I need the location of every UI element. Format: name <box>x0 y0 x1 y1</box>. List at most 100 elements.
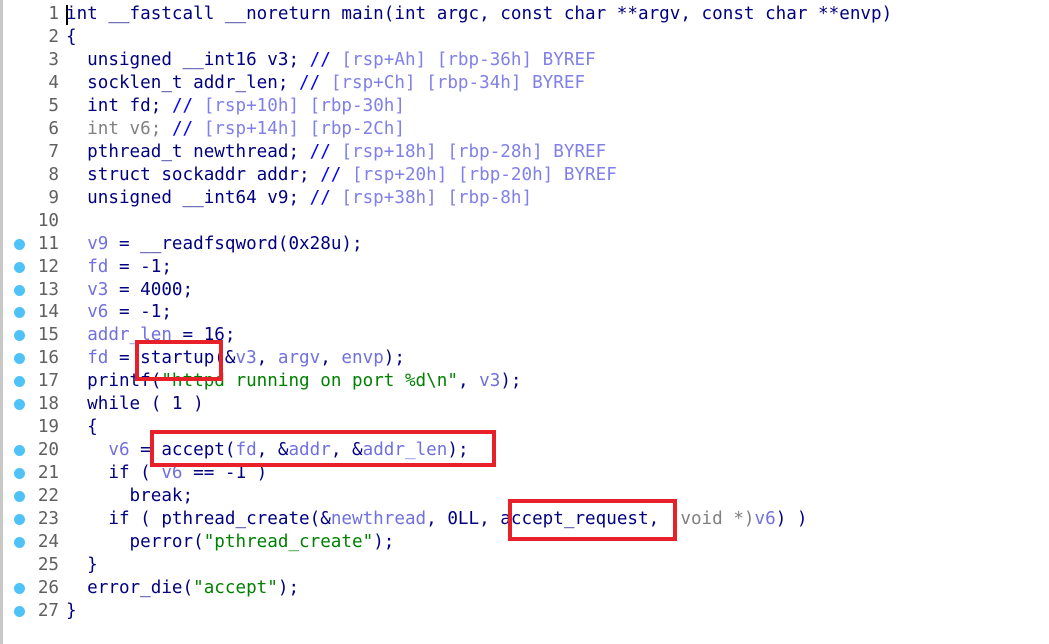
line-number: 8 <box>48 164 59 185</box>
code-token: v6 <box>754 509 776 530</box>
code-line[interactable]: 4 socklen_t addr_len; // [rsp+Ch] [rbp-3… <box>3 72 1043 95</box>
code-token: , <box>320 348 342 369</box>
code-text: error_die("accept"); <box>66 577 299 600</box>
breakpoint-dot-icon[interactable] <box>14 307 25 319</box>
code-text: unsigned __int64 v9; // [rsp+38h] [rbp-8… <box>66 187 532 210</box>
code-token: v9 <box>87 233 109 254</box>
code-token: v3 <box>235 348 257 369</box>
code-line[interactable]: 13 v3 = 4000; <box>3 279 1043 302</box>
code-token: v3 <box>87 279 109 300</box>
code-token: { <box>66 417 98 438</box>
highlight-accept-call <box>150 430 496 467</box>
breakpoint-dot-icon[interactable] <box>14 514 25 526</box>
code-line[interactable]: 14 v6 = -1; <box>3 301 1043 324</box>
code-token: v6 <box>108 440 130 461</box>
breakpoint-dot-icon[interactable] <box>14 468 25 480</box>
line-number: 16 <box>37 348 59 369</box>
code-text: fd = startup(&v3, argv, envp); <box>66 347 405 370</box>
breakpoint-dot-icon[interactable] <box>14 284 25 296</box>
breakpoint-dot-icon[interactable] <box>14 537 25 549</box>
code-text: int __fastcall __noreturn main(int argc,… <box>66 3 892 26</box>
line-number: 6 <box>48 118 59 139</box>
code-text: struct sockaddr addr; // [rsp+20h] [rbp-… <box>66 164 617 187</box>
code-token: // <box>171 118 204 139</box>
breakpoint-dot-icon[interactable] <box>14 583 25 594</box>
code-token: [rsp+Ch] [rbp-34h] BYREF <box>330 72 586 93</box>
code-token: ); <box>373 532 395 553</box>
code-token: = __readfsqword(0x28u); <box>108 233 363 254</box>
code-token: = -1; <box>108 302 172 323</box>
code-text: int v6; // [rsp+14h] [rbp-2Ch] <box>66 118 405 141</box>
code-token: [rsp+10h] [rbp-30h] <box>203 95 405 116</box>
code-line[interactable]: 5 int fd; // [rsp+10h] [rbp-30h] <box>3 95 1043 118</box>
line-number: 27 <box>37 600 59 621</box>
breakpoint-dot-icon[interactable] <box>14 238 25 250</box>
code-token: [rsp+20h] [rbp-20h] BYREF <box>352 164 617 185</box>
code-line[interactable]: 10 <box>3 210 1043 233</box>
line-number: 17 <box>37 371 59 392</box>
code-token: [rsp+18h] [rbp-28h] BYREF <box>341 141 607 162</box>
code-token: fd <box>87 256 109 277</box>
code-line[interactable]: 26 error_die("accept"); <box>3 577 1043 600</box>
code-token: unsigned __int16 v3; <box>66 49 310 70</box>
code-token: fd <box>87 348 109 369</box>
line-number: 22 <box>37 486 59 507</box>
code-token: int __fastcall __noreturn main(int argc,… <box>66 4 893 24</box>
code-line[interactable]: 11 v9 = __readfsqword(0x28u); <box>3 233 1043 256</box>
code-line[interactable]: 12 fd = -1; <box>3 256 1043 279</box>
code-token: break; <box>66 486 194 507</box>
breakpoint-dot-icon[interactable] <box>14 261 25 273</box>
text-cursor <box>66 5 68 25</box>
code-line[interactable]: 6 int v6; // [rsp+14h] [rbp-2Ch] <box>3 118 1043 141</box>
code-line[interactable]: 18 while ( 1 ) <box>3 393 1043 416</box>
code-token: ) ) <box>775 509 808 530</box>
code-token: , <box>457 371 480 392</box>
code-token: [rsp+14h] [rbp-2Ch] <box>203 118 405 139</box>
code-token: // <box>320 164 352 185</box>
code-line[interactable]: 25 } <box>3 554 1043 577</box>
code-text: } <box>66 600 77 623</box>
line-number: 11 <box>37 233 59 254</box>
code-line[interactable]: 3 unsigned __int16 v3; // [rsp+Ah] [rbp-… <box>3 49 1043 72</box>
code-token: { <box>66 26 77 47</box>
line-number: 3 <box>48 49 59 70</box>
code-token: argv <box>277 348 321 369</box>
code-token: // <box>171 95 204 116</box>
code-token: while ( 1 ) <box>66 394 204 415</box>
breakpoint-dot-icon[interactable] <box>14 399 25 411</box>
code-line[interactable]: 9 unsigned __int64 v9; // [rsp+38h] [rbp… <box>3 187 1043 210</box>
code-token: } <box>66 600 77 621</box>
line-number: 12 <box>37 256 59 277</box>
code-token: ); <box>277 578 300 598</box>
breakpoint-dot-icon[interactable] <box>14 353 25 365</box>
code-text: v3 = 4000; <box>66 279 193 302</box>
breakpoint-dot-icon[interactable] <box>14 491 25 503</box>
highlight-accept-request <box>508 499 677 541</box>
code-line[interactable]: 2{ <box>3 26 1043 49</box>
code-token: ); <box>500 371 522 392</box>
line-number: 13 <box>37 279 59 300</box>
code-token: int v6; <box>66 118 172 139</box>
code-line[interactable]: 27} <box>3 600 1043 623</box>
line-number: 18 <box>37 394 59 415</box>
code-token: // <box>309 141 342 162</box>
code-text: fd = -1; <box>66 256 172 279</box>
line-number: 10 <box>37 210 59 231</box>
code-line[interactable]: 7 pthread_t newthread; // [rsp+18h] [rbp… <box>3 141 1043 164</box>
breakpoint-dot-icon[interactable] <box>14 445 25 457</box>
code-token: "pthread_create" <box>203 532 374 553</box>
code-line[interactable]: 1 int __fastcall __noreturn main(int argc… <box>3 3 1043 26</box>
code-line[interactable]: 8 struct sockaddr addr; // [rsp+20h] [rb… <box>3 164 1043 187</box>
breakpoint-dot-icon[interactable] <box>14 330 25 342</box>
line-number: 9 <box>48 187 59 208</box>
code-token: // <box>309 49 342 70</box>
code-text: while ( 1 ) <box>66 393 204 416</box>
line-number: 7 <box>48 141 59 162</box>
code-token: envp <box>341 348 384 369</box>
pseudocode-view[interactable]: 27} 26 error_die("accept"); 25 } 24 perror(… <box>0 0 1049 644</box>
breakpoint-dot-icon[interactable] <box>14 605 25 617</box>
breakpoint-dot-icon[interactable] <box>14 376 25 388</box>
